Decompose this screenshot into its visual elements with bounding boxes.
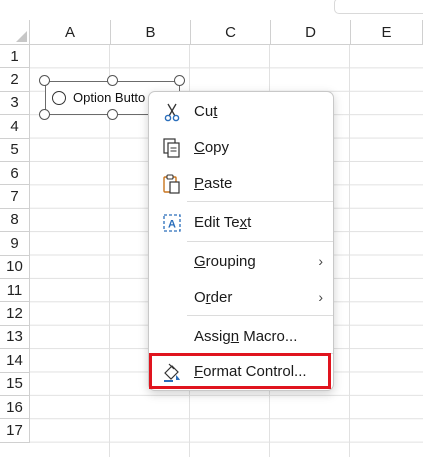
menu-item-assign-macro-label: Assign Macro... xyxy=(194,327,298,345)
column-header-c[interactable]: C xyxy=(191,20,271,45)
row-header-12[interactable]: 12 xyxy=(0,302,30,326)
row-header-16[interactable]: 16 xyxy=(0,396,30,420)
menu-item-paste-label: Paste xyxy=(194,174,233,192)
menu-separator xyxy=(187,315,333,316)
copy-icon xyxy=(163,138,180,158)
select-all-icon xyxy=(16,31,27,42)
menu-separator xyxy=(187,201,333,202)
highlight-box xyxy=(149,353,331,389)
menu-item-edit-text-label: Edit Text xyxy=(194,213,252,231)
scissors-icon xyxy=(164,103,180,122)
row-header-3[interactable]: 3 xyxy=(0,91,30,116)
row-header-4[interactable]: 4 xyxy=(0,115,30,139)
menu-item-paste[interactable]: Paste xyxy=(149,168,333,198)
row-header-17[interactable]: 17 xyxy=(0,419,30,443)
menu-item-order[interactable]: Order › xyxy=(149,282,333,312)
select-all-corner[interactable] xyxy=(0,20,30,45)
radio-circle-icon xyxy=(52,91,66,105)
row-header-15[interactable]: 15 xyxy=(0,372,30,396)
spreadsheet: A B C D E 1 2 3 4 5 6 7 8 9 10 11 12 13 … xyxy=(0,0,423,457)
chevron-right-icon: › xyxy=(318,289,323,305)
row-header-7[interactable]: 7 xyxy=(0,185,30,209)
row-header-1[interactable]: 1 xyxy=(0,45,30,69)
context-menu: Cut Copy Paste A Edit Text Grouping › Or… xyxy=(148,91,334,391)
chevron-right-icon: › xyxy=(318,253,323,269)
row-header-14[interactable]: 14 xyxy=(0,349,30,373)
column-header-d[interactable]: D xyxy=(271,20,351,45)
menu-item-order-label: Order xyxy=(194,288,233,306)
menu-item-edit-text[interactable]: A Edit Text xyxy=(149,207,333,237)
menu-item-copy[interactable]: Copy xyxy=(149,132,333,162)
resize-handle-top-left[interactable] xyxy=(39,75,50,86)
option-button-label: Option Butto xyxy=(73,90,146,105)
menu-item-grouping-label: Grouping xyxy=(194,252,256,270)
row-header-5[interactable]: 5 xyxy=(0,138,30,162)
resize-handle-bottom-left[interactable] xyxy=(39,109,50,120)
svg-text:A: A xyxy=(168,219,176,231)
menu-separator xyxy=(187,241,333,242)
menu-item-copy-label: Copy xyxy=(194,138,230,156)
resize-handle-top-center[interactable] xyxy=(107,75,118,86)
column-header-b[interactable]: B xyxy=(111,20,191,45)
row-header-13[interactable]: 13 xyxy=(0,325,30,350)
row-header-11[interactable]: 11 xyxy=(0,279,30,303)
name-box[interactable] xyxy=(334,0,423,14)
formula-bar-area xyxy=(0,0,423,20)
menu-item-cut-label: Cut xyxy=(194,102,218,120)
row-header-2[interactable]: 2 xyxy=(0,68,30,92)
resize-handle-top-right[interactable] xyxy=(174,75,185,86)
menu-item-grouping[interactable]: Grouping › xyxy=(149,246,333,276)
column-header-a[interactable]: A xyxy=(30,20,111,45)
row-header-10[interactable]: 10 xyxy=(0,255,30,279)
row-header-6[interactable]: 6 xyxy=(0,162,30,186)
row-header-8[interactable]: 8 xyxy=(0,208,30,233)
column-header-e[interactable]: E xyxy=(351,20,423,45)
edit-text-icon: A xyxy=(163,214,181,232)
row-header-9[interactable]: 9 xyxy=(0,232,30,256)
paste-icon xyxy=(163,174,180,194)
resize-handle-bottom-center[interactable] xyxy=(107,109,118,120)
menu-item-assign-macro[interactable]: Assign Macro... xyxy=(149,321,333,351)
menu-item-cut[interactable]: Cut xyxy=(149,96,333,126)
